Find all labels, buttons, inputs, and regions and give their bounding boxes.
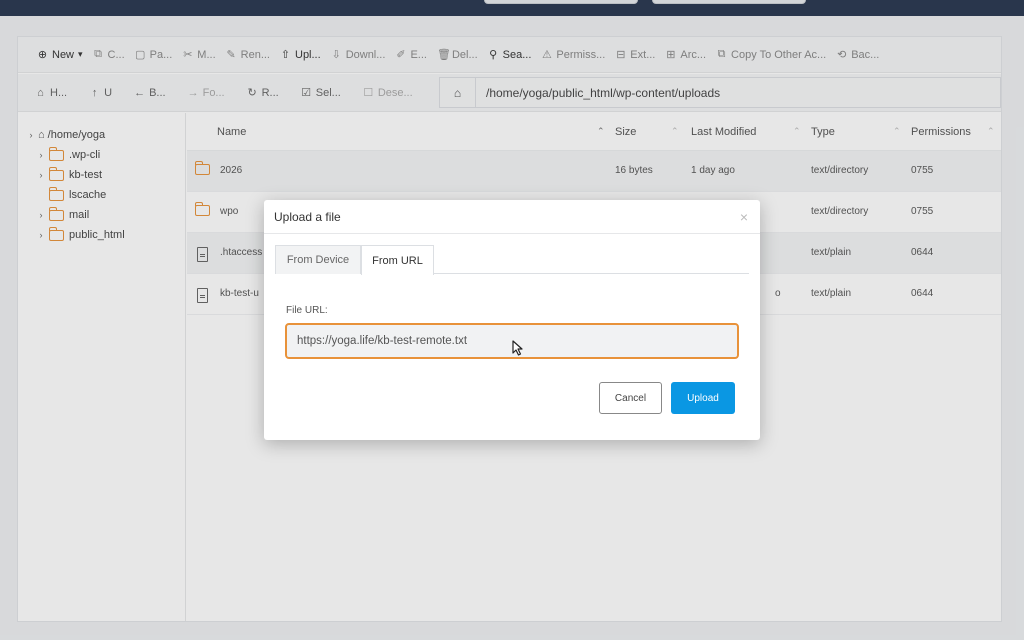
tab-from-device[interactable]: From Device <box>275 245 361 274</box>
file-url-label: File URL: <box>286 305 328 316</box>
close-icon[interactable]: × <box>740 209 748 225</box>
upload-tabs: From Device From URL <box>275 245 749 275</box>
dialog-title: Upload a file <box>274 209 341 224</box>
upload-submit-button[interactable]: Upload <box>671 382 735 414</box>
tab-from-url[interactable]: From URL <box>361 245 434 275</box>
dialog-header: Upload a file × <box>264 200 760 234</box>
mouse-cursor-icon <box>512 340 523 356</box>
upload-dialog: Upload a file × From Device From URL Fil… <box>264 200 760 440</box>
cancel-button[interactable]: Cancel <box>599 382 662 414</box>
